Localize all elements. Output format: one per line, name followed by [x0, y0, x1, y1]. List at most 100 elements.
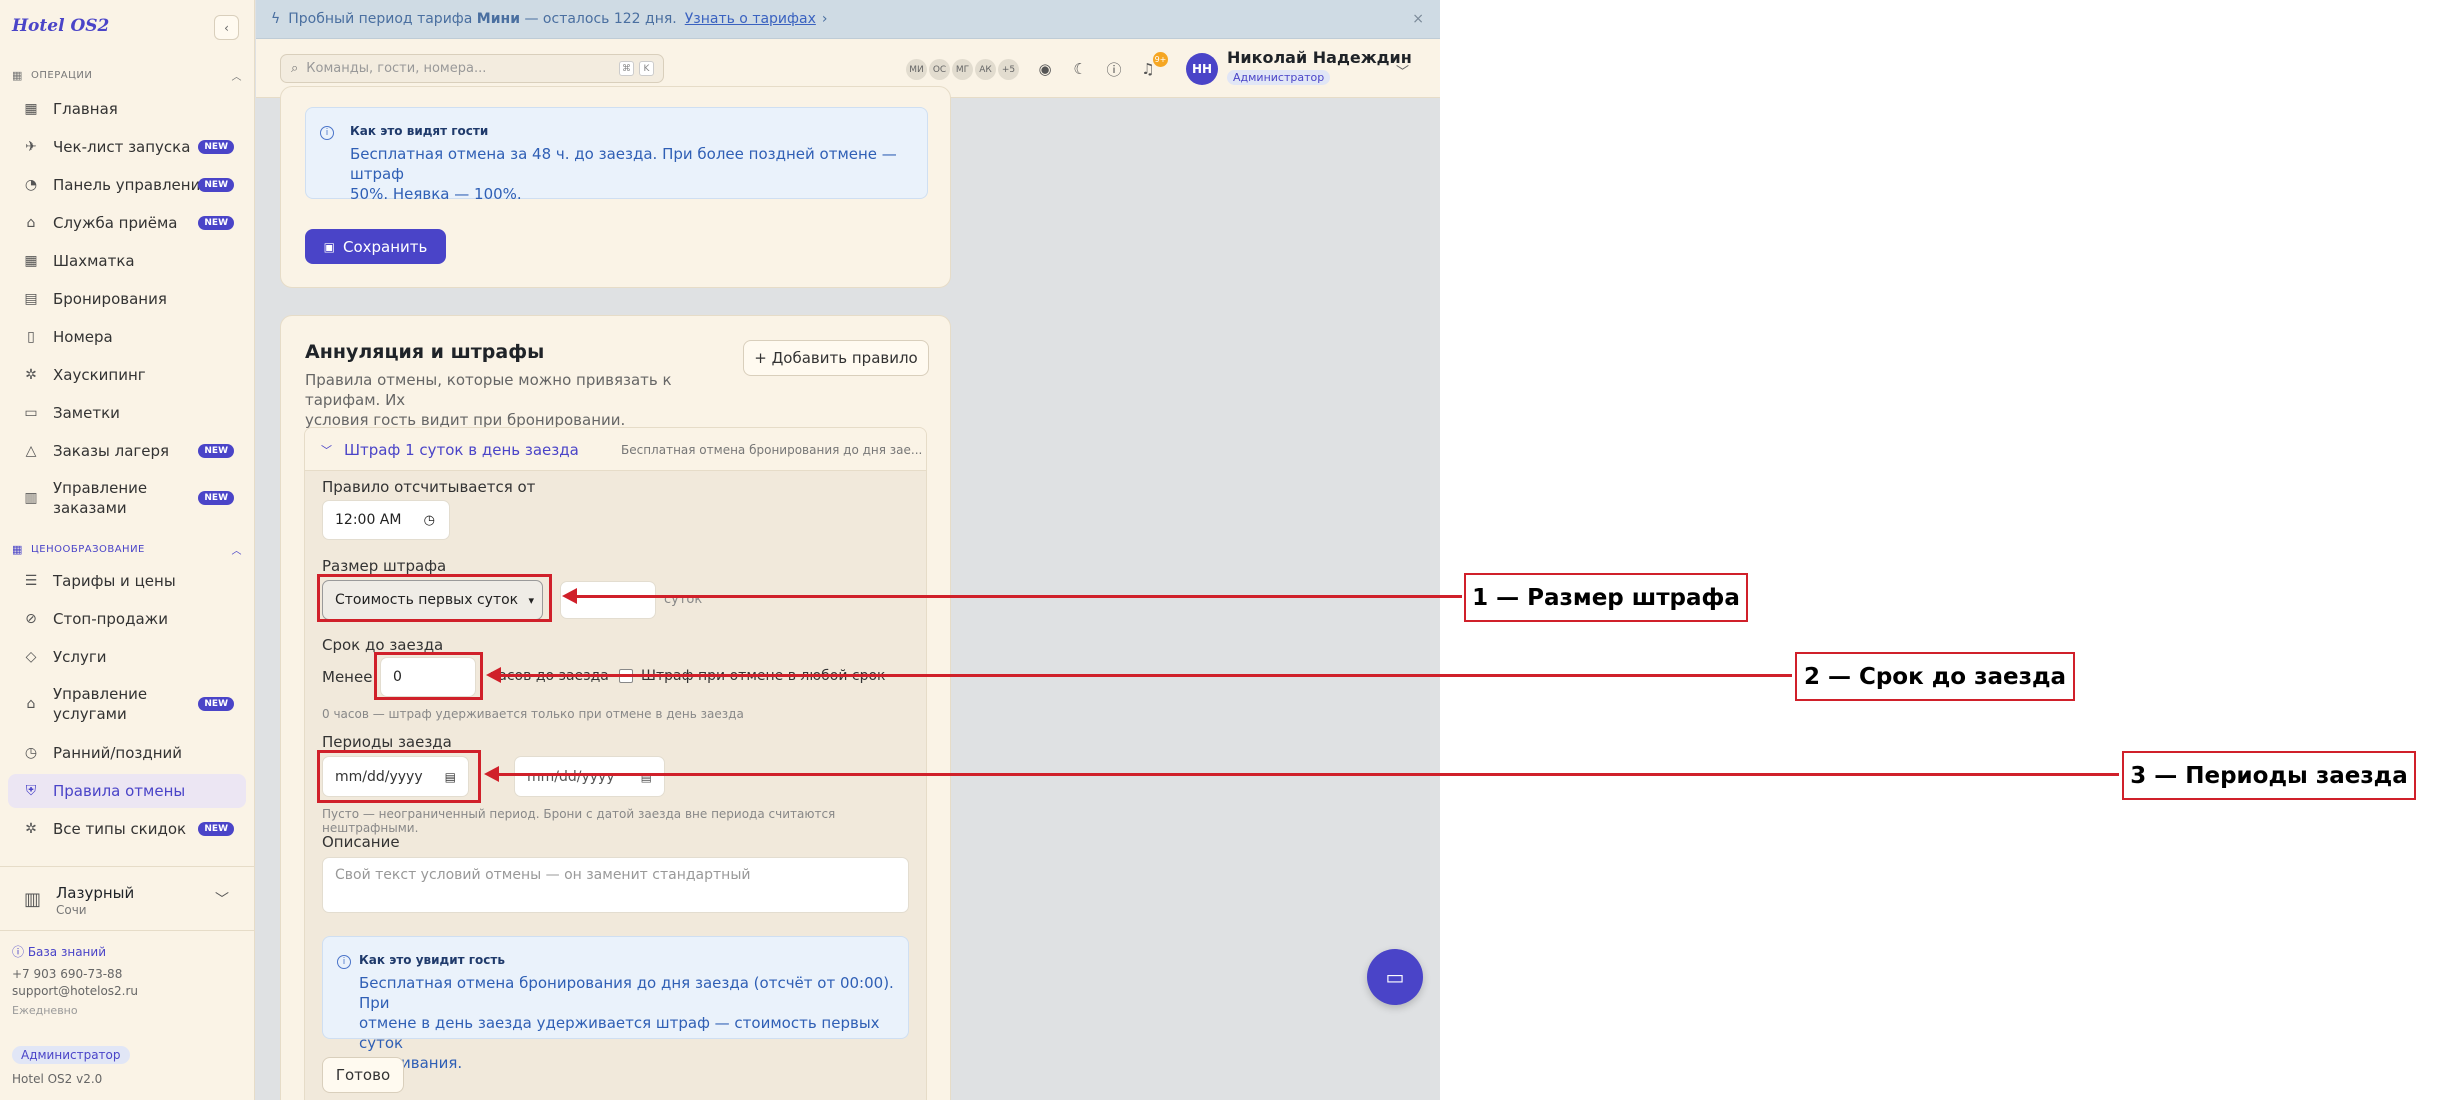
new-badge: NEW	[198, 491, 234, 505]
help-icon[interactable]: ⓘ	[1105, 60, 1123, 79]
user-name[interactable]: Николай Надеждин	[1227, 48, 1412, 67]
ban-icon: ⊘	[25, 611, 37, 627]
support-email[interactable]: support@hotelos2.ru	[12, 984, 138, 998]
preview-line: отмене в день заезда удерживается штраф …	[359, 1014, 880, 1052]
online-users[interactable]: МИ ОС МГ АК +5	[906, 59, 1021, 80]
bell-desk-icon: ⌂	[26, 215, 36, 231]
info-text-line: 50%. Неявка — 100%.	[350, 185, 522, 203]
support-phone[interactable]: +7 903 690-73-88	[12, 967, 122, 981]
section-operations-header[interactable]: ▦ ОПЕРАЦИИ ︿	[12, 69, 242, 83]
sidebar-item-label: Ранний/поздний	[53, 744, 183, 762]
tariffs-link[interactable]: Узнать о тарифах	[685, 11, 816, 27]
sidebar-item-rates[interactable]: ☰ Тарифы и цены	[8, 564, 246, 598]
avatar: АК	[975, 59, 996, 80]
period-end-date-input[interactable]: mm/dd/yyyy ▤	[514, 756, 665, 797]
building-icon: ▥	[24, 889, 42, 910]
annotation-callout-2: 2 — Срок до заезда	[1795, 652, 2075, 701]
role-badge: Администратор	[12, 1046, 130, 1064]
info-title: Как это видят гости	[350, 124, 489, 138]
description-label: Описание	[322, 833, 400, 851]
sidebar-item-housekeeping[interactable]: ✲ Хаускипинг	[8, 358, 246, 392]
calendar-icon: ▤	[640, 769, 652, 784]
annotation-arrow-3	[484, 766, 2119, 782]
periods-hint: Пусто — неограниченный период. Брони с д…	[322, 807, 836, 835]
sidebar-item-label: Стоп-продажи	[53, 610, 168, 628]
sidebar-item-order-management[interactable]: ▥ Управление заказами NEW	[8, 472, 246, 524]
avatar: МИ	[906, 59, 927, 80]
sidebar-item-stop-sales[interactable]: ⊘ Стоп-продажи	[8, 602, 246, 636]
search-input[interactable]: ⌕ Команды, гости, номера... ⌘ K	[280, 54, 664, 83]
done-button[interactable]: Готово	[322, 1057, 404, 1093]
guest-preview-text: Бесплатная отмена бронирования до дня за…	[359, 973, 908, 1073]
description-textarea[interactable]: Свой текст условий отмены — он заменит с…	[322, 857, 909, 913]
sidebar-item-label: Управление заказами	[53, 479, 148, 517]
sparkle-icon: ✲	[25, 367, 37, 383]
tag-icon: ◇	[25, 649, 37, 665]
rule-header[interactable]: ﹀ Штраф 1 суток в день заезда Бесплатная…	[305, 428, 926, 471]
sidebar-item-camp-orders[interactable]: △ Заказы лагеря NEW	[8, 434, 246, 468]
hotel-switcher[interactable]: ▥ Лазурный Сочи ﹀	[0, 866, 255, 931]
help-circle-icon: ⓘ	[12, 945, 28, 959]
door-icon: ▯	[27, 329, 35, 345]
bell-desk-icon: ⌂	[26, 696, 36, 712]
guest-view-info: i Как это видят гости Бесплатная отмена …	[305, 107, 928, 203]
knowledge-base-label: База знаний	[27, 945, 106, 959]
date-placeholder: mm/dd/yyyy	[527, 768, 615, 785]
add-rule-button[interactable]: + Добавить правило	[743, 340, 929, 376]
sidebar-item-notes[interactable]: ▭ Заметки	[8, 396, 246, 430]
sidebar-item-label: Хаускипинг	[53, 366, 146, 384]
sidebar-item-home[interactable]: ▦ Главная	[8, 92, 246, 126]
chat-button[interactable]: ▭	[1367, 949, 1423, 1005]
alarm-icon: ◷	[24, 745, 38, 761]
sidebar-item-label: Все типы скидок	[53, 820, 187, 838]
card-subtitle: Правила отмены, которые можно привязать …	[305, 370, 735, 430]
sidebar-item-chessboard[interactable]: ▦ Шахматка	[8, 244, 246, 278]
sidebar-item-label: Номера	[53, 328, 113, 346]
sidebar-item-bookings[interactable]: ▤ Бронирования	[8, 282, 246, 316]
save-button[interactable]: ▣ Сохранить	[305, 229, 446, 264]
app-logo[interactable]: Hotel OS2	[12, 16, 109, 36]
guest-preview-title: Как это увидит гость	[359, 953, 505, 967]
app-window: Hotel OS2 ‹ ▦ ОПЕРАЦИИ ︿ ▦ Главная ✈ Чек-л…	[0, 0, 1440, 1100]
subtitle-line: Правила отмены, которые можно привязать …	[305, 371, 672, 409]
sidebar-item-services[interactable]: ◇ Услуги	[8, 640, 246, 674]
chevron-up-icon: ︿	[231, 546, 242, 557]
sidebar-item-rooms[interactable]: ▯ Номера	[8, 320, 246, 354]
palette-icon[interactable]: ◉	[1036, 60, 1054, 78]
chevron-up-icon: ︿	[231, 72, 242, 83]
sidebar-item-front-desk[interactable]: ⌂ Служба приёма NEW	[8, 206, 246, 240]
knowledge-base-link[interactable]: ⓘ База знаний	[12, 943, 106, 960]
start-time-input[interactable]: 12:00 AM ◷	[322, 500, 450, 540]
description-placeholder: Свой текст условий отмены — он заменит с…	[335, 867, 751, 883]
close-banner-button[interactable]: ×	[1412, 11, 1424, 27]
user-avatar[interactable]: НН	[1186, 53, 1218, 85]
annotation-highlight-2	[374, 652, 483, 700]
annotation-highlight-3	[317, 750, 481, 803]
rocket-icon: ✈	[25, 139, 37, 155]
sidebar-item-label: Шахматка	[53, 252, 135, 270]
annotation-callout-3: 3 — Периоды заезда	[2122, 751, 2416, 800]
rule-title: Штраф 1 суток в день заезда	[344, 441, 579, 459]
chevron-down-icon[interactable]: ﹀	[1396, 61, 1409, 80]
new-badge: NEW	[198, 697, 234, 711]
section-label: ЦЕНООБРАЗОВАНИЕ	[31, 544, 145, 555]
collapse-sidebar-button[interactable]: ‹	[214, 15, 239, 40]
app-version: Hotel OS2 v2.0	[12, 1072, 103, 1086]
shortcut-key: ⌘	[619, 61, 634, 76]
save-label: Сохранить	[342, 237, 428, 256]
sidebar-item-service-management[interactable]: ⌂ Управление услугами NEW	[8, 678, 246, 730]
sidebar-item-control-panel[interactable]: ◔ Панель управления NEW	[8, 168, 246, 202]
sidebar-item-label: Управление услугами	[53, 685, 148, 723]
sidebar-item-launch-checklist[interactable]: ✈ Чек-лист запуска NEW	[8, 130, 246, 164]
sidebar-item-cancellation-rules[interactable]: ⛨ Правила отмены	[8, 774, 246, 808]
section-pricing-header[interactable]: ▦ ЦЕНООБРАЗОВАНИЕ ︿	[12, 543, 242, 557]
penalty-size-label: Размер штрафа	[322, 557, 447, 575]
moon-icon[interactable]: ☾	[1071, 60, 1089, 78]
annotation-highlight-1	[317, 574, 552, 622]
sidebar-item-discount-types[interactable]: ✲ Все типы скидок NEW	[8, 812, 246, 846]
hotel-city: Сочи	[56, 903, 87, 917]
banner-text-before: Пробный период тарифа	[288, 11, 473, 27]
annotation-arrow-2	[486, 667, 1792, 683]
sidebar-item-early-late[interactable]: ◷ Ранний/поздний	[8, 736, 246, 770]
tent-icon: △	[25, 443, 37, 459]
